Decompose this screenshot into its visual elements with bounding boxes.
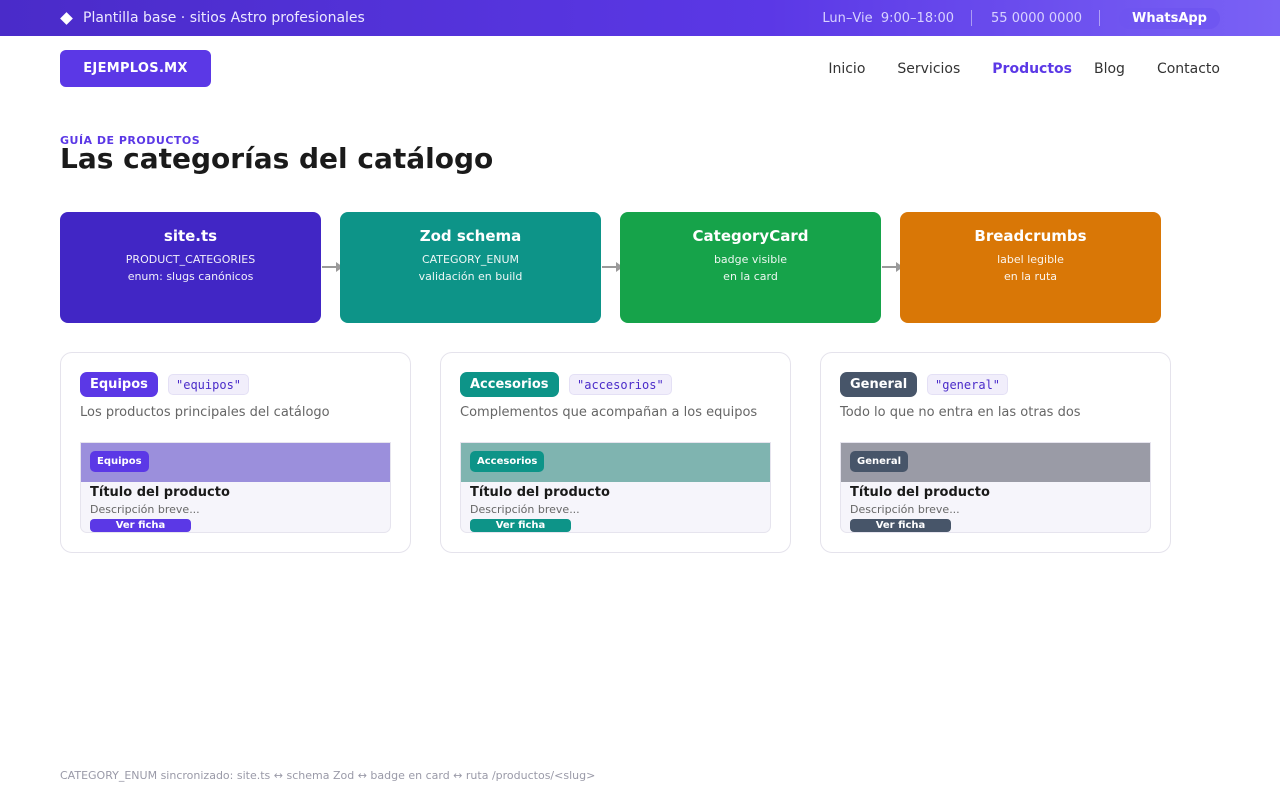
flow-step-line: en la card [723, 270, 778, 283]
top-bar: Plantilla base · sitios Astro profesiona… [0, 0, 1280, 36]
product-card-preview: Equipos Título del producto Descripción … [80, 442, 391, 533]
preview-title: Título del producto [470, 485, 610, 500]
divider [1099, 10, 1100, 26]
flow-step-title: site.ts [163, 227, 218, 245]
nav-item-blog[interactable]: Blog [1094, 61, 1125, 77]
preview-image-band: Accesorios [461, 443, 770, 482]
flow-step-line: CATEGORY_ENUM [421, 253, 520, 266]
preview-title: Título del producto [90, 485, 230, 500]
category-slug: "equipos" [168, 374, 250, 395]
flow-step-title: CategoryCard [692, 227, 809, 245]
arrow-right-icon [322, 262, 343, 272]
category-slug: "general" [927, 374, 1009, 395]
flow-step-title: Breadcrumbs [974, 227, 1087, 245]
tagline: Plantilla base · sitios Astro profesiona… [83, 10, 365, 26]
category-card-general: General "general" Todo lo que no entra e… [820, 352, 1171, 553]
product-card-preview: General Título del producto Descripción … [840, 442, 1151, 533]
product-card-preview: Accesorios Título del producto Descripci… [460, 442, 771, 533]
flow-step-line: PRODUCT_CATEGORIES [125, 253, 256, 266]
logo-button[interactable]: EJEMPLOS.MX [60, 50, 211, 87]
category-slug: "accesorios" [569, 374, 672, 395]
category-badge: General [840, 372, 918, 397]
whatsapp-button[interactable]: WhatsApp [1119, 7, 1220, 29]
category-description: Complementos que acompañan a los equipos [460, 405, 758, 420]
flow-step-title: Zod schema [419, 227, 522, 245]
page-title: Las categorías del catálogo [60, 142, 494, 175]
nav-item-contacto[interactable]: Contacto [1157, 61, 1220, 77]
flow-step-line: validación en build [418, 270, 523, 283]
business-hours: Lun–Vie 9:00–18:00 [822, 10, 955, 26]
flow-step-category-card: CategoryCard badge visible en la card [620, 212, 881, 323]
category-card-accesorios: Accesorios "accesorios" Complementos que… [440, 352, 791, 553]
phone-link[interactable]: 55 0000 0000 [991, 11, 1082, 26]
preview-badge: Accesorios [470, 451, 545, 472]
preview-image-band: Equipos [81, 443, 390, 482]
category-badge: Accesorios [460, 372, 559, 397]
arrow-right-icon [602, 262, 623, 272]
category-description: Todo lo que no entra en las otras dos [840, 405, 1081, 420]
flow-step-breadcrumbs: Breadcrumbs label legible en la ruta [900, 212, 1161, 323]
preview-description: Descripción breve... [470, 503, 580, 516]
flow-step-line: enum: slugs canónicos [127, 270, 254, 283]
flow-step-zod-schema: Zod schema CATEGORY_ENUM validación en b… [340, 212, 601, 323]
preview-title: Título del producto [850, 485, 990, 500]
view-product-button[interactable]: Ver ficha [850, 519, 951, 532]
nav-item-servicios[interactable]: Servicios [897, 61, 960, 77]
preview-badge: General [850, 451, 908, 472]
category-description: Los productos principales del catálogo [80, 405, 330, 420]
diamond-icon [60, 11, 73, 25]
category-badge: Equipos [80, 372, 158, 397]
nav-item-productos[interactable]: Productos [992, 61, 1072, 77]
view-product-button[interactable]: Ver ficha [470, 519, 571, 532]
main-nav: Inicio Servicios Productos Blog Contacto [828, 50, 1220, 87]
flow-step-site-ts: site.ts PRODUCT_CATEGORIES enum: slugs c… [60, 212, 321, 323]
nav-item-inicio[interactable]: Inicio [828, 61, 865, 77]
flow-step-line: badge visible [713, 253, 788, 266]
divider [971, 10, 973, 26]
view-product-button[interactable]: Ver ficha [90, 519, 191, 532]
category-card-equipos: Equipos "equipos" Los productos principa… [60, 352, 411, 553]
top-bar-right: Lun–Vie 9:00–18:00 55 0000 0000 WhatsApp [822, 0, 1220, 36]
arrow-right-icon [882, 262, 903, 272]
flow-step-line: en la ruta [1003, 270, 1058, 283]
flow-step-line: label legible [997, 253, 1064, 266]
preview-description: Descripción breve... [850, 503, 960, 516]
footer-note: CATEGORY_ENUM sincronizado: site.ts ↔ sc… [60, 769, 596, 782]
top-bar-left: Plantilla base · sitios Astro profesiona… [60, 0, 365, 36]
preview-badge: Equipos [90, 451, 149, 472]
preview-image-band: General [841, 443, 1150, 482]
preview-description: Descripción breve... [90, 503, 200, 516]
